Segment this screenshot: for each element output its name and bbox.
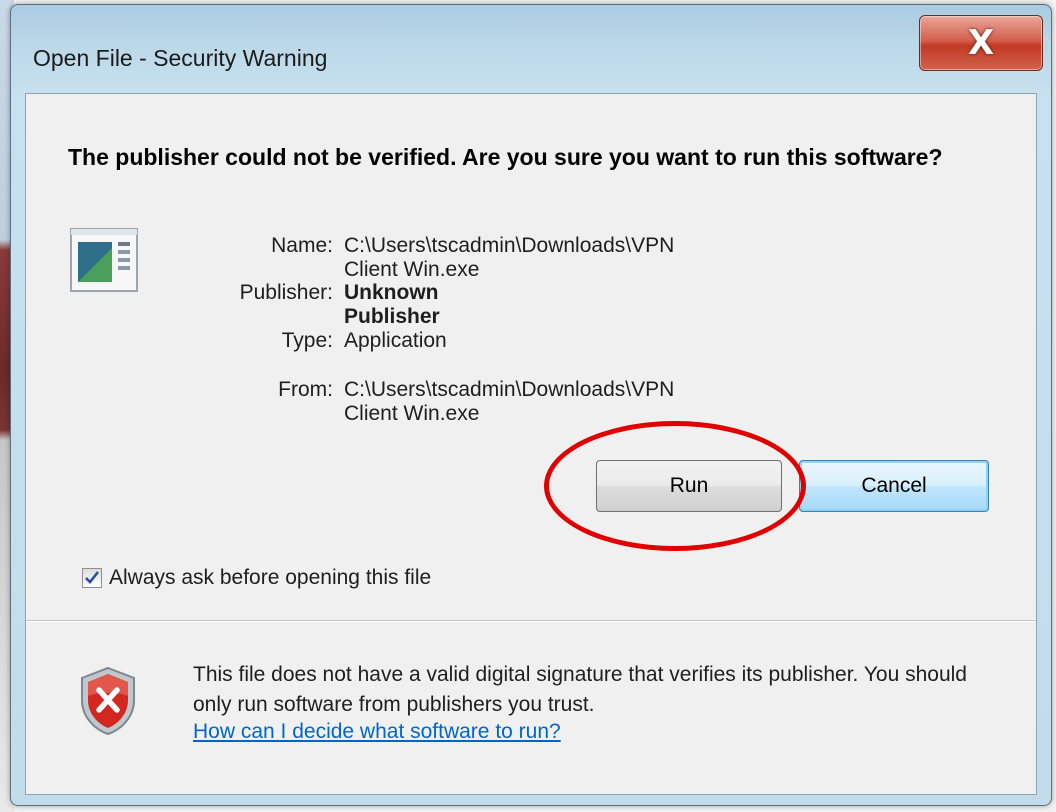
- always-ask-row[interactable]: Always ask before opening this file: [82, 566, 431, 590]
- application-icon: [70, 228, 140, 299]
- always-ask-label: Always ask before opening this file: [109, 566, 432, 589]
- dialog-body: The publisher could not be verified. Are…: [25, 93, 1037, 795]
- publisher-label: Publisher:: [239, 281, 333, 304]
- from-label: From:: [278, 378, 333, 401]
- checkmark-icon: [85, 571, 100, 584]
- close-icon: X: [967, 23, 995, 63]
- separator: [26, 620, 1036, 622]
- run-button[interactable]: Run: [596, 460, 782, 512]
- security-warning-dialog: Open File - Security Warning X The publi…: [10, 4, 1052, 806]
- help-link[interactable]: How can I decide what software to run?: [193, 720, 561, 744]
- shield-error-icon: [78, 666, 138, 741]
- type-value: Application: [344, 329, 447, 352]
- name-label: Name:: [271, 234, 333, 257]
- close-button[interactable]: X: [919, 15, 1043, 71]
- signature-warning-text: This file does not have a valid digital …: [193, 663, 967, 716]
- window-title: Open File - Security Warning: [33, 45, 328, 71]
- title-bar[interactable]: Open File - Security Warning X: [11, 5, 1051, 93]
- name-value: C:\Users\tscadmin\Downloads\VPN Client W…: [344, 234, 675, 281]
- publisher-value: Unknown Publisher: [344, 281, 440, 328]
- cancel-button[interactable]: Cancel: [799, 460, 989, 512]
- dialog-heading: The publisher could not be verified. Are…: [68, 144, 943, 170]
- from-value: C:\Users\tscadmin\Downloads\VPN Client W…: [344, 378, 675, 425]
- type-label: Type:: [281, 329, 333, 352]
- always-ask-checkbox[interactable]: [82, 568, 102, 588]
